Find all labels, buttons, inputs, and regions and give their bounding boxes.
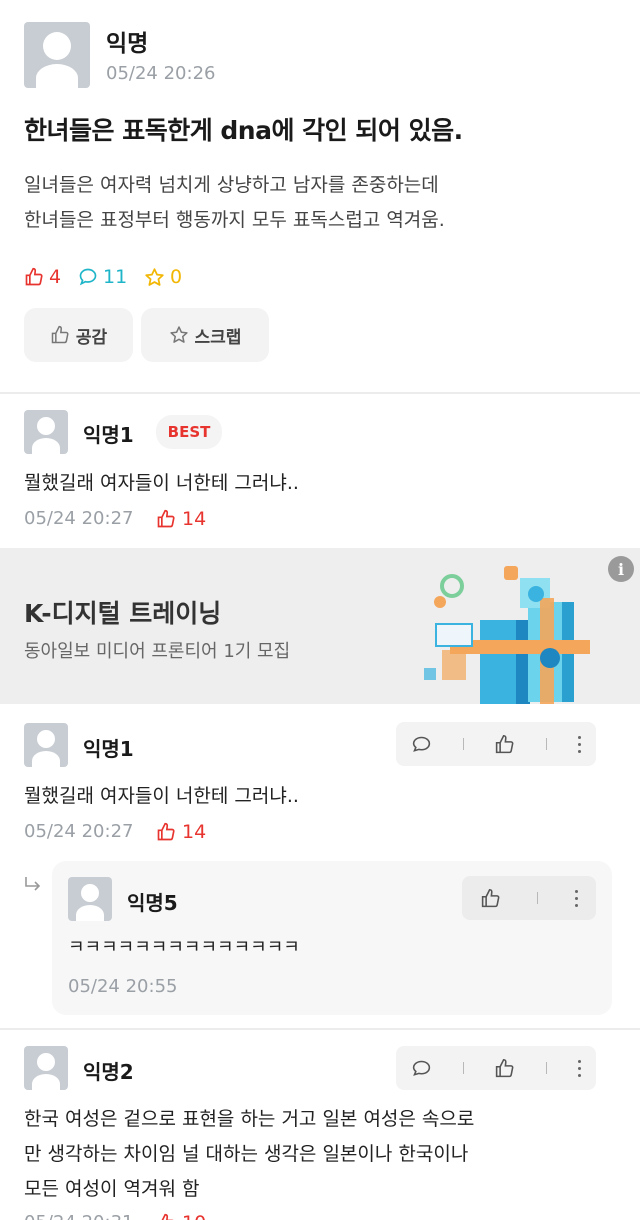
scrap-button-label: 스크랩 — [194, 327, 242, 348]
avatar — [24, 723, 68, 767]
best-comment-author: 익명1 — [83, 423, 134, 447]
like-button-label: 공감 — [75, 327, 108, 348]
info-icon[interactable]: i — [608, 556, 634, 582]
avatar — [68, 877, 112, 921]
post-author: 익명 — [106, 31, 149, 57]
speech-bubble-icon[interactable] — [411, 1058, 432, 1079]
reply-action-bar — [462, 876, 596, 920]
scrap-button[interactable]: 스크랩 — [141, 308, 269, 362]
comment-author: 익명2 — [83, 1060, 134, 1084]
star-icon — [144, 267, 165, 288]
speech-bubble-icon — [78, 267, 98, 287]
thumbs-up-icon[interactable] — [494, 734, 515, 755]
reply-author: 익명5 — [127, 891, 178, 915]
like-button[interactable]: 공감 — [24, 308, 133, 362]
comment-likes: 10 — [156, 1212, 206, 1220]
comment-time: 05/24 20:31 — [24, 1212, 133, 1220]
comment-likes: 14 — [156, 821, 206, 843]
avatar — [24, 410, 68, 454]
thumbs-up-icon — [156, 822, 176, 842]
comment-text-line-2: 만 생각하는 차이임 널 대하는 생각은 일본이나 한국이나 — [24, 1143, 469, 1165]
comment-text: 뭘했길래 여자들이 너한테 그러냐.. — [24, 785, 299, 807]
post-title: 한녀들은 표독한게 dna에 각인 되어 있음. — [24, 116, 463, 145]
post-scrap-count: 0 — [144, 266, 182, 288]
comment-time: 05/24 20:27 — [24, 821, 134, 842]
divider — [0, 1028, 640, 1030]
thumbs-up-icon — [156, 1213, 176, 1220]
post-like-count: 4 — [24, 266, 61, 288]
divider — [0, 392, 640, 394]
reply-time: 05/24 20:55 — [68, 976, 178, 997]
thumbs-up-icon[interactable] — [494, 1058, 515, 1079]
best-comment-likes: 14 — [156, 508, 206, 530]
avatar — [24, 22, 90, 88]
reply-card: 익명5 ㅋㅋㅋㅋㅋㅋㅋㅋㅋㅋㅋㅋㅋㅋ 05/24 20:55 — [52, 861, 612, 1015]
ad-illustration — [424, 566, 590, 704]
avatar — [24, 1046, 68, 1090]
more-options-icon[interactable] — [577, 735, 581, 753]
reply-arrow-icon — [22, 874, 44, 896]
star-icon — [169, 325, 189, 345]
post-comment-count: 11 — [78, 266, 127, 288]
best-comment-time: 05/24 20:27 — [24, 508, 134, 529]
thumbs-up-icon — [156, 509, 176, 529]
reply-text: ㅋㅋㅋㅋㅋㅋㅋㅋㅋㅋㅋㅋㅋㅋ — [68, 937, 300, 958]
speech-bubble-icon[interactable] — [411, 734, 432, 755]
more-options-icon[interactable] — [577, 1059, 581, 1077]
thumbs-up-icon — [50, 325, 70, 345]
comment-action-bar — [396, 1046, 596, 1090]
thumbs-up-icon — [24, 267, 44, 287]
post-body-line-1: 일녀들은 여자력 넘치게 상냥하고 남자를 존중하는데 — [24, 174, 439, 196]
ad-subtitle: 동아일보 미디어 프론티어 1기 모집 — [24, 641, 291, 662]
more-options-icon[interactable] — [574, 889, 578, 907]
comment-text-line-1: 한국 여성은 겉으로 표현을 하는 거고 일본 여성은 속으로 — [24, 1108, 475, 1130]
post-time: 05/24 20:26 — [106, 63, 216, 84]
comment-text-line-3: 모든 여성이 역겨워 함 — [24, 1178, 200, 1200]
post-body-line-2: 한녀들은 표정부터 행동까지 모두 표독스럽고 역겨움. — [24, 209, 445, 231]
best-badge: BEST — [156, 415, 222, 449]
ad-title: K-디지털 트레이닝 — [24, 599, 222, 628]
comment-action-bar — [396, 722, 596, 766]
comment-author: 익명1 — [83, 737, 134, 761]
thumbs-up-icon[interactable] — [480, 888, 501, 909]
ad-banner[interactable]: K-디지털 트레이닝 동아일보 미디어 프론티어 1기 모집 i — [0, 548, 640, 704]
best-comment-text: 뭘했길래 여자들이 너한테 그러냐.. — [24, 472, 299, 494]
